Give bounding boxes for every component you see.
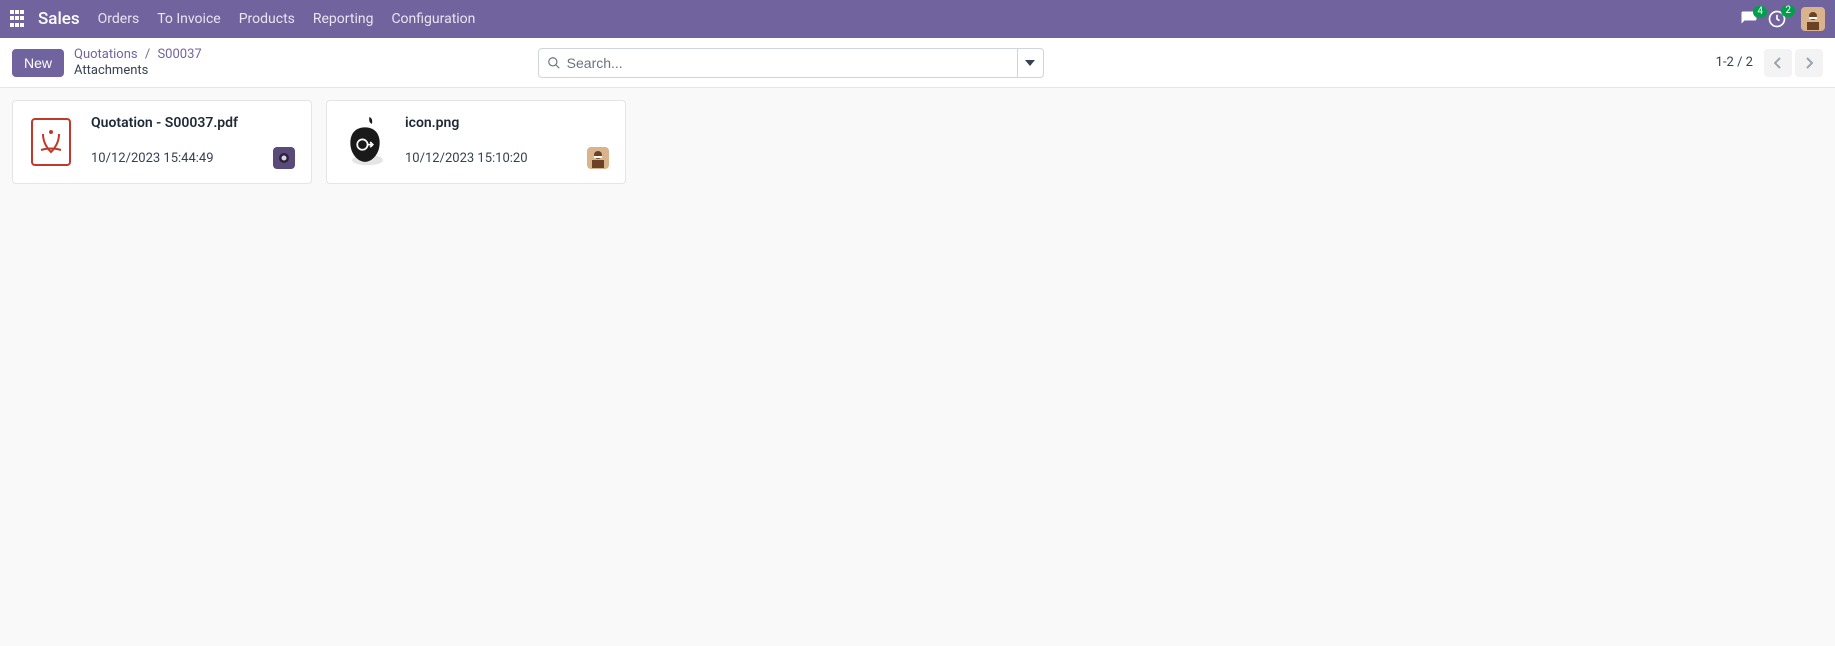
- search-container: [538, 48, 1044, 78]
- pager-prev[interactable]: [1764, 49, 1792, 77]
- apps-icon[interactable]: [10, 10, 28, 28]
- pager-text[interactable]: 1-2 / 2: [1716, 55, 1753, 70]
- attachment-date: 10/12/2023 15:44:49: [91, 151, 214, 166]
- breadcrumb: Quotations / S00037 Attachments: [74, 47, 202, 78]
- top-nav: Sales Orders To Invoice Products Reporti…: [0, 0, 1835, 38]
- pager: 1-2 / 2: [1716, 49, 1823, 77]
- control-bar: New Quotations / S00037 Attachments 1-2 …: [0, 38, 1835, 88]
- pdf-icon: [31, 118, 71, 166]
- apple-icon: [343, 117, 387, 167]
- menu-to-invoice[interactable]: To Invoice: [157, 11, 221, 27]
- chevron-down-icon: [1025, 58, 1035, 68]
- messaging-icon[interactable]: 4: [1739, 10, 1759, 28]
- menu-orders[interactable]: Orders: [98, 11, 140, 27]
- breadcrumb-root[interactable]: Quotations: [74, 47, 138, 62]
- attachment-card[interactable]: Quotation - S00037.pdf 10/12/2023 15:44:…: [12, 100, 312, 184]
- attachment-title: icon.png: [405, 115, 609, 131]
- image-thumb: [343, 115, 387, 169]
- breadcrumb-id[interactable]: S00037: [157, 47, 201, 62]
- activities-icon[interactable]: 2: [1767, 9, 1787, 29]
- breadcrumb-sub: Attachments: [74, 63, 202, 79]
- uploader-avatar: [273, 147, 295, 169]
- breadcrumb-sep: /: [145, 47, 150, 62]
- menu-reporting[interactable]: Reporting: [313, 11, 374, 27]
- search-options-toggle[interactable]: [1018, 48, 1044, 78]
- app-title[interactable]: Sales: [38, 9, 80, 29]
- messages-badge: 4: [1753, 6, 1767, 18]
- pdf-thumb: [29, 115, 73, 169]
- search-input[interactable]: [567, 55, 1009, 71]
- attachment-grid: Quotation - S00037.pdf 10/12/2023 15:44:…: [0, 88, 1835, 196]
- new-button[interactable]: New: [12, 49, 64, 77]
- search-box[interactable]: [538, 48, 1018, 78]
- pager-next[interactable]: [1795, 49, 1823, 77]
- menu-products[interactable]: Products: [239, 11, 295, 27]
- search-icon: [547, 56, 561, 70]
- menu-configuration[interactable]: Configuration: [391, 11, 475, 27]
- attachment-title: Quotation - S00037.pdf: [91, 115, 295, 131]
- attachment-date: 10/12/2023 15:10:20: [405, 151, 528, 166]
- chevron-left-icon: [1774, 57, 1782, 69]
- user-avatar[interactable]: [1801, 7, 1825, 31]
- activities-badge: 2: [1781, 5, 1795, 17]
- chevron-right-icon: [1805, 57, 1813, 69]
- attachment-card[interactable]: icon.png 10/12/2023 15:10:20: [326, 100, 626, 184]
- uploader-avatar: [587, 147, 609, 169]
